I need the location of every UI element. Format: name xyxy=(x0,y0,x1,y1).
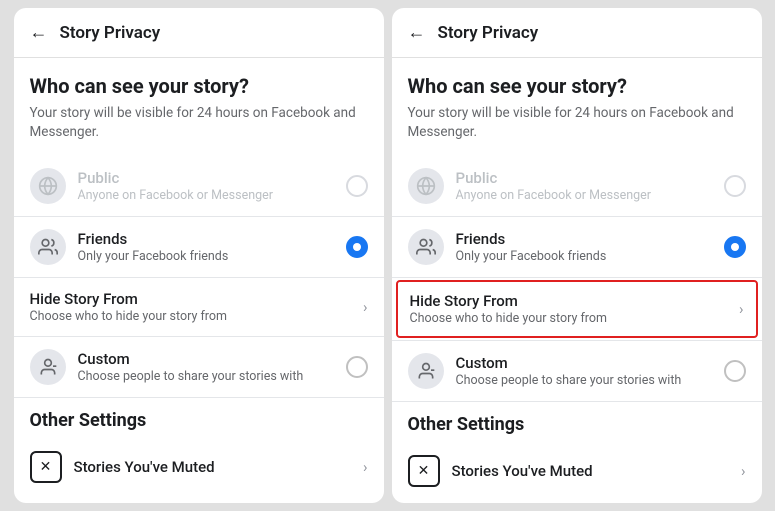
option-text-public-left: Public Anyone on Facebook or Messenger xyxy=(78,169,346,203)
muted-row-left[interactable]: ✕ Stories You've Muted › xyxy=(14,439,384,495)
muted-label-left: Stories You've Muted xyxy=(74,458,363,476)
radio-friends-right[interactable] xyxy=(724,236,746,258)
content-left: Who can see your story? Your story will … xyxy=(14,58,384,503)
option-label-public-left: Public xyxy=(78,169,346,187)
radio-custom-right[interactable] xyxy=(724,360,746,382)
chevron-muted-left: › xyxy=(363,458,368,476)
muted-label-right: Stories You've Muted xyxy=(452,462,741,480)
option-sublabel-custom-left: Choose people to share your stories with xyxy=(78,369,346,384)
back-button-right[interactable]: ← xyxy=(408,22,426,43)
option-sublabel-custom-right: Choose people to share your stories with xyxy=(456,373,724,388)
section-desc-left: Your story will be visible for 24 hours … xyxy=(14,104,384,142)
option-public-left[interactable]: Public Anyone on Facebook or Messenger xyxy=(14,156,384,217)
header-right: ← Story Privacy xyxy=(392,8,762,58)
custom-icon-right xyxy=(408,353,444,389)
option-sublabel-public-right: Anyone on Facebook or Messenger xyxy=(456,188,724,203)
option-text-public-right: Public Anyone on Facebook or Messenger xyxy=(456,169,724,203)
radio-friends-left[interactable] xyxy=(346,236,368,258)
section-desc-right: Your story will be visible for 24 hours … xyxy=(392,104,762,142)
option-hide-story-left[interactable]: Hide Story From Choose who to hide your … xyxy=(14,278,384,337)
option-text-custom-left: Custom Choose people to share your stori… xyxy=(78,350,346,384)
section-heading-right: Who can see your story? xyxy=(392,74,762,98)
friends-icon-right xyxy=(408,229,444,265)
other-settings-heading-right: Other Settings xyxy=(392,402,762,443)
globe-icon-right xyxy=(408,168,444,204)
option-sublabel-hide-right: Choose who to hide your story from xyxy=(410,311,739,326)
option-custom-left[interactable]: Custom Choose people to share your stori… xyxy=(14,337,384,398)
radio-public-left[interactable] xyxy=(346,175,368,197)
option-label-custom-left: Custom xyxy=(78,350,346,368)
section-heading-left: Who can see your story? xyxy=(14,74,384,98)
radio-public-right[interactable] xyxy=(724,175,746,197)
option-public-right[interactable]: Public Anyone on Facebook or Messenger xyxy=(392,156,762,217)
option-sublabel-friends-left: Only your Facebook friends xyxy=(78,249,346,264)
chevron-hide-left: › xyxy=(363,298,368,316)
panel-right: ← Story Privacy Who can see your story? … xyxy=(392,8,762,503)
option-label-friends-right: Friends xyxy=(456,230,724,248)
muted-text-left: Stories You've Muted xyxy=(74,458,363,476)
option-text-friends-right: Friends Only your Facebook friends xyxy=(456,230,724,264)
header-left: ← Story Privacy xyxy=(14,8,384,58)
option-text-hide-right: Hide Story From Choose who to hide your … xyxy=(410,292,739,326)
muted-icon-left: ✕ xyxy=(30,451,62,483)
muted-icon-right: ✕ xyxy=(408,455,440,487)
content-right: Who can see your story? Your story will … xyxy=(392,58,762,503)
globe-icon-left xyxy=(30,168,66,204)
muted-row-right[interactable]: ✕ Stories You've Muted › xyxy=(392,443,762,499)
option-hide-story-right[interactable]: Hide Story From Choose who to hide your … xyxy=(396,280,758,338)
option-sublabel-public-left: Anyone on Facebook or Messenger xyxy=(78,188,346,203)
option-label-custom-right: Custom xyxy=(456,354,724,372)
option-text-hide-left: Hide Story From Choose who to hide your … xyxy=(30,290,363,324)
option-friends-left[interactable]: Friends Only your Facebook friends xyxy=(14,217,384,278)
option-label-hide-left: Hide Story From xyxy=(30,290,363,308)
header-title-left: Story Privacy xyxy=(60,23,161,43)
option-label-public-right: Public xyxy=(456,169,724,187)
muted-text-right: Stories You've Muted xyxy=(452,462,741,480)
option-sublabel-friends-right: Only your Facebook friends xyxy=(456,249,724,264)
option-label-friends-left: Friends xyxy=(78,230,346,248)
header-title-right: Story Privacy xyxy=(438,23,539,43)
radio-custom-left[interactable] xyxy=(346,356,368,378)
panel-left: ← Story Privacy Who can see your story? … xyxy=(14,8,384,503)
other-settings-heading-left: Other Settings xyxy=(14,398,384,439)
friends-icon-left xyxy=(30,229,66,265)
chevron-muted-right: › xyxy=(741,462,746,480)
option-text-custom-right: Custom Choose people to share your stori… xyxy=(456,354,724,388)
option-sublabel-hide-left: Choose who to hide your story from xyxy=(30,309,363,324)
chevron-hide-right: › xyxy=(739,300,744,318)
option-label-hide-right: Hide Story From xyxy=(410,292,739,310)
option-text-friends-left: Friends Only your Facebook friends xyxy=(78,230,346,264)
custom-icon-left xyxy=(30,349,66,385)
option-custom-right[interactable]: Custom Choose people to share your stori… xyxy=(392,341,762,402)
option-friends-right[interactable]: Friends Only your Facebook friends xyxy=(392,217,762,278)
back-button-left[interactable]: ← xyxy=(30,22,48,43)
